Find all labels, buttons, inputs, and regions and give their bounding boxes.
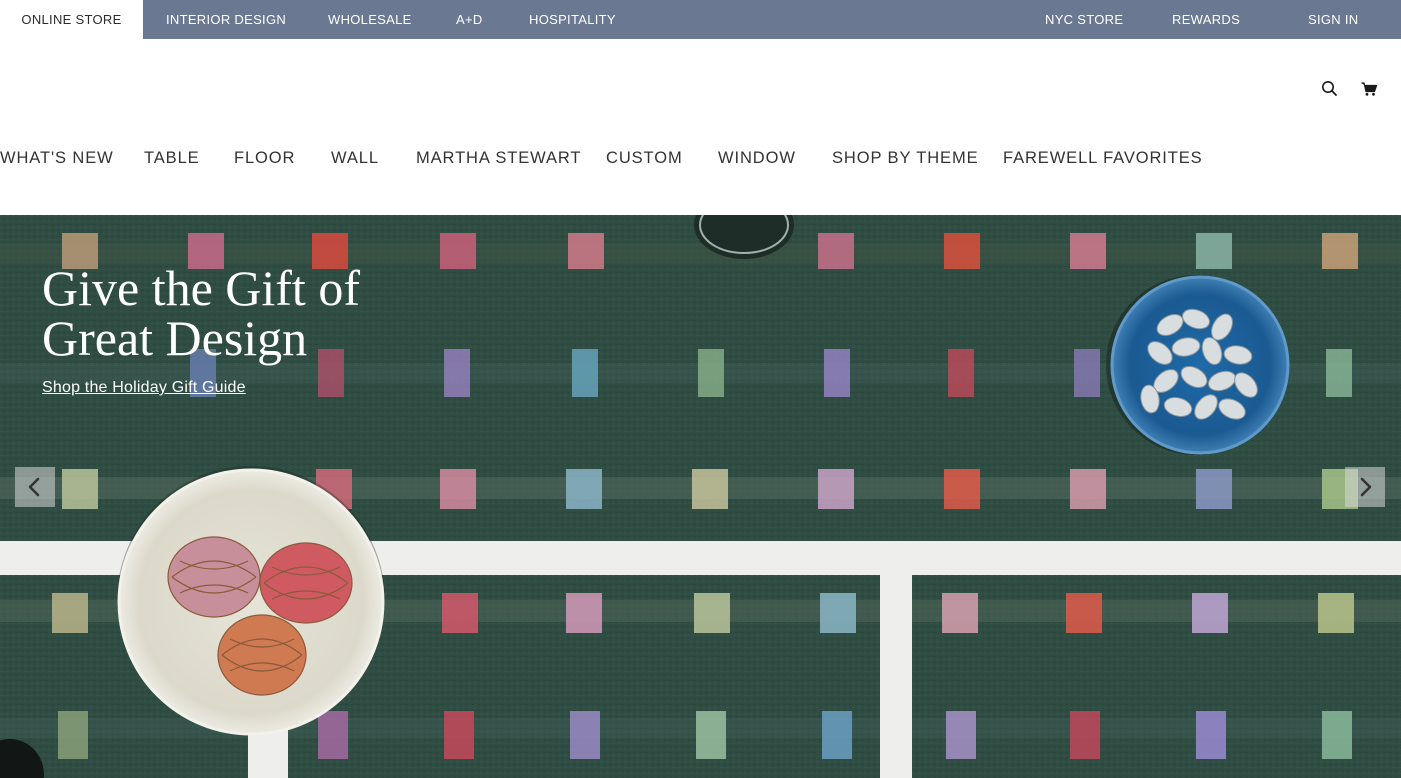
tab-interior-design[interactable]: INTERIOR DESIGN (166, 0, 286, 39)
tab-hospitality[interactable]: HOSPITALITY (529, 0, 616, 39)
nyc-store-link[interactable]: NYC STORE (1045, 0, 1123, 39)
cart-icon[interactable] (1360, 78, 1382, 100)
tab-a-plus-d[interactable]: A+D (456, 0, 483, 39)
hero-title: Give the Gift of Great Design (42, 263, 360, 363)
nav-shop-by-theme[interactable]: SHOP BY THEME (832, 148, 979, 168)
chevron-right-icon (1360, 477, 1372, 497)
tab-wholesale[interactable]: WHOLESALE (328, 0, 412, 39)
nav-floor[interactable]: FLOOR (234, 148, 295, 168)
hero-title-line-1: Give the Gift of (42, 260, 360, 316)
nav-wall[interactable]: WALL (331, 148, 379, 168)
gift-guide-link[interactable]: Shop the Holiday Gift Guide (42, 379, 246, 397)
carousel-next-button[interactable] (1345, 467, 1385, 507)
nav-martha-stewart[interactable]: MARTHA STEWART (416, 148, 581, 168)
top-utility-bar: ONLINE STORE INTERIOR DESIGN WHOLESALE A… (0, 0, 1401, 39)
nav-whats-new[interactable]: WHAT'S NEW (0, 148, 114, 168)
nav-custom[interactable]: CUSTOM (606, 148, 683, 168)
sign-in-link[interactable]: SIGN IN (1308, 0, 1359, 39)
carousel-prev-button[interactable] (15, 467, 55, 507)
rewards-link[interactable]: REWARDS (1172, 0, 1240, 39)
nav-window[interactable]: WINDOW (718, 148, 796, 168)
hero-banner: Give the Gift of Great Design Shop the H… (0, 215, 1401, 778)
hero-title-line-2: Great Design (42, 310, 308, 366)
search-icon[interactable] (1320, 78, 1342, 100)
nav-farewell-favorites[interactable]: FAREWELL FAVORITES (1003, 148, 1203, 168)
tab-online-store[interactable]: ONLINE STORE (0, 0, 143, 39)
nav-table[interactable]: TABLE (144, 148, 200, 168)
chevron-left-icon (28, 477, 40, 497)
